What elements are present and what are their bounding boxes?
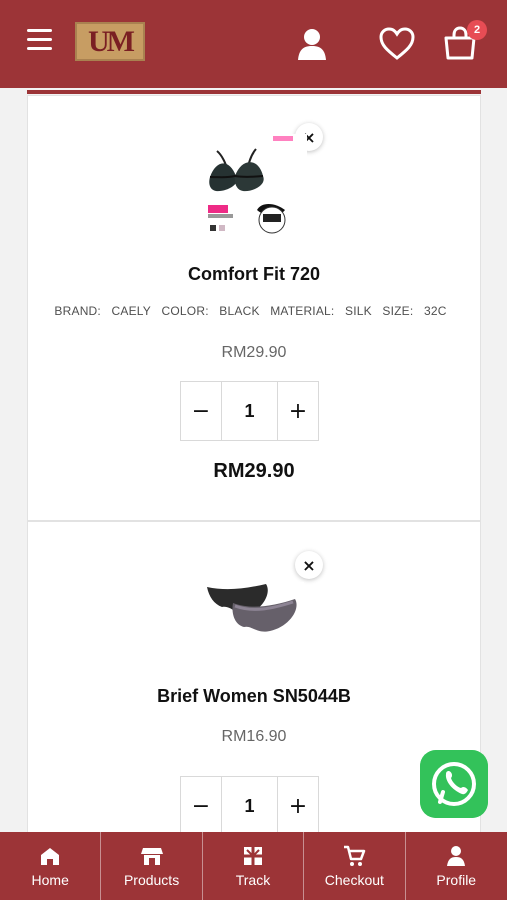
nav-track-label: Track [235, 872, 271, 888]
bottom-navigation: Home Products Track Checkout Profile [0, 832, 507, 900]
decrease-quantity-button[interactable]: − [181, 382, 221, 440]
quantity-value[interactable]: 1 [221, 382, 278, 440]
unit-price: RM29.90 [221, 344, 287, 361]
quantity-stepper: − 1 + [180, 381, 319, 441]
color-value: BLACK [219, 304, 260, 318]
nav-profile-label: Profile [436, 872, 477, 888]
menu-icon[interactable] [27, 29, 52, 53]
product-title: Brief Women SN5044B [157, 686, 351, 706]
nav-products[interactable]: Products [101, 832, 203, 900]
quantity-stepper: − 1 + [180, 776, 319, 832]
product-title: Comfort Fit 720 [187, 264, 320, 284]
nav-home[interactable]: Home [0, 832, 102, 900]
profile-icon [447, 846, 466, 866]
color-label: COLOR: [161, 304, 209, 318]
cart-item-card: × Brief Women SN5044B RM16.90 − 1 + [27, 521, 481, 832]
decrease-quantity-button[interactable]: − [181, 777, 221, 832]
size-label: SIZE: [382, 304, 414, 318]
item-total-price: RM29.90 [213, 460, 295, 482]
cart-item-card: × Comfort Fit 720 BRAND: CAELY COLOR: BL… [27, 95, 481, 521]
home-icon [41, 848, 60, 865]
nav-track[interactable]: Track [203, 832, 305, 900]
cart-content[interactable]: × Comfort Fit 720 BRAND: CAELY COLOR: BL… [0, 88, 507, 832]
brand-label: BRAND: [54, 304, 101, 318]
brand-logo[interactable]: UM [75, 22, 145, 61]
unit-price: RM16.90 [221, 728, 287, 745]
store-icon [140, 848, 163, 865]
nav-profile[interactable]: Profile [406, 832, 507, 900]
bra-product-image [203, 134, 307, 242]
brief-product-image [204, 582, 304, 652]
nav-products-label: Products [123, 872, 180, 888]
material-label: MATERIAL: [270, 304, 335, 318]
cart-top-divider [27, 90, 481, 94]
increase-quantity-button[interactable]: + [278, 777, 318, 832]
whatsapp-icon[interactable] [420, 750, 488, 818]
increase-quantity-button[interactable]: + [278, 382, 318, 440]
user-icon[interactable] [292, 24, 332, 64]
material-value: SILK [345, 304, 372, 318]
shopping-cart-screen: UM 2 × Comfort Fit 720 BRAND: CAELY COLO… [0, 0, 507, 900]
nav-checkout[interactable]: Checkout [304, 832, 406, 900]
package-icon [243, 847, 262, 865]
heart-icon[interactable] [377, 24, 417, 64]
cart-count-badge: 2 [467, 20, 487, 40]
cart-icon [344, 845, 366, 866]
size-value: 32C [423, 304, 447, 318]
brand-value: CAELY [111, 304, 151, 318]
quantity-value[interactable]: 1 [221, 777, 278, 832]
product-attributes: BRAND: CAELY COLOR: BLACK MATERIAL: SILK… [28, 304, 480, 318]
nav-checkout-label: Checkout [324, 872, 384, 888]
remove-item-button[interactable]: × [295, 551, 323, 579]
nav-home-label: Home [31, 872, 69, 888]
top-header: UM 2 [0, 0, 507, 88]
